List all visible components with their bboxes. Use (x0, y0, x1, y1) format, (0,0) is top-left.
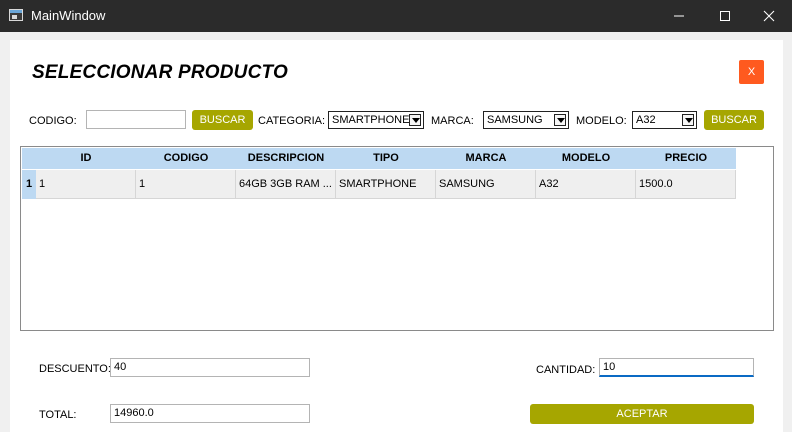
aceptar-button[interactable]: ACEPTAR (530, 404, 754, 424)
categoria-label: CATEGORIA: (258, 115, 326, 127)
app-window-icon (9, 9, 23, 21)
window-close-button[interactable] (746, 0, 792, 32)
cantidad-input[interactable]: 10 (599, 358, 754, 377)
descuento-input[interactable]: 40 (110, 358, 310, 377)
buscar-filtros-button[interactable]: BUSCAR (704, 110, 764, 130)
table-cell-marca[interactable]: SAMSUNG (436, 170, 536, 199)
descuento-label: DESCUENTO: (39, 363, 111, 375)
chevron-down-icon (409, 114, 421, 126)
row-header[interactable]: 1 (22, 170, 36, 199)
minimize-icon (674, 15, 684, 17)
chevron-down-icon (682, 114, 694, 126)
column-header-marca[interactable]: MARCA (436, 148, 536, 169)
marca-select-value: SAMSUNG (487, 114, 543, 126)
table-corner (22, 148, 36, 169)
maximize-icon (720, 11, 730, 21)
cantidad-label: CANTIDAD: (536, 364, 596, 376)
window-title: MainWindow (31, 8, 106, 23)
marca-label: MARCA: (431, 115, 474, 127)
column-header-modelo[interactable]: MODELO (536, 148, 636, 169)
products-table[interactable]: ID CODIGO DESCRIPCION TIPO MARCA MODELO … (20, 146, 774, 331)
close-dialog-button[interactable]: X (739, 60, 764, 84)
buscar-codigo-button[interactable]: BUSCAR (192, 110, 253, 130)
chevron-down-icon (554, 114, 566, 126)
modelo-label: MODELO: (576, 115, 627, 127)
column-header-descripcion[interactable]: DESCRIPCION (236, 148, 336, 169)
minimize-button[interactable] (656, 0, 702, 32)
codigo-label: CODIGO: (29, 115, 77, 127)
total-label: TOTAL: (39, 409, 77, 421)
table-cell-descripcion[interactable]: 64GB 3GB RAM ... (236, 170, 336, 199)
table-cell-precio[interactable]: 1500.0 (636, 170, 736, 199)
column-header-tipo[interactable]: TIPO (336, 148, 436, 169)
modelo-select[interactable]: A32 (632, 111, 697, 129)
window-client-area: SELECCIONAR PRODUCTO X CODIGO: BUSCAR CA… (0, 32, 792, 432)
column-header-precio[interactable]: PRECIO (636, 148, 736, 169)
marca-select[interactable]: SAMSUNG (483, 111, 569, 129)
table-cell-tipo[interactable]: SMARTPHONE (336, 170, 436, 199)
table-cell-codigo[interactable]: 1 (136, 170, 236, 199)
categoria-select-value: SMARTPHONE (332, 114, 410, 126)
column-header-id[interactable]: ID (36, 148, 136, 169)
total-input[interactable]: 14960.0 (110, 404, 310, 423)
modelo-select-value: A32 (636, 114, 656, 126)
table-cell-id[interactable]: 1 (36, 170, 136, 199)
codigo-input[interactable] (86, 110, 186, 129)
title-bar: MainWindow (0, 0, 792, 32)
page-title: SELECCIONAR PRODUCTO (32, 62, 288, 83)
table-cell-modelo[interactable]: A32 (536, 170, 636, 199)
categoria-select[interactable]: SMARTPHONE (328, 111, 424, 129)
column-header-codigo[interactable]: CODIGO (136, 148, 236, 169)
maximize-button[interactable] (702, 0, 748, 32)
main-panel: SELECCIONAR PRODUCTO X CODIGO: BUSCAR CA… (10, 40, 783, 432)
close-icon (763, 10, 775, 22)
